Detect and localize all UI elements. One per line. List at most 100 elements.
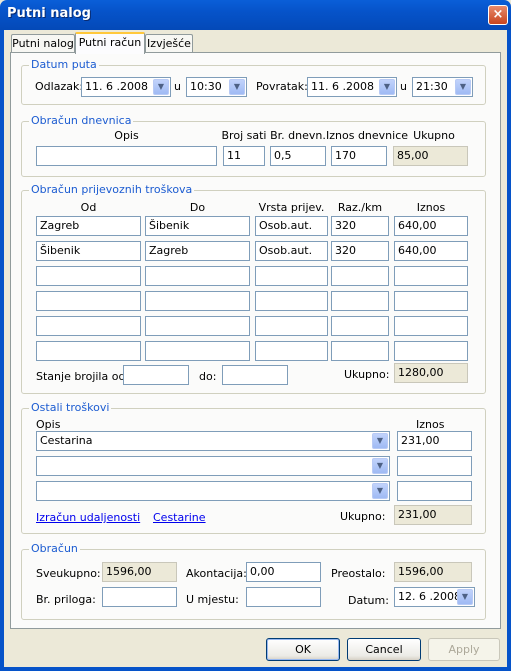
prijevoz-do-input[interactable] — [145, 341, 250, 361]
iznos-dnevnice-input[interactable]: 170 — [331, 146, 387, 166]
datum-value: 12. 6 .2008 — [398, 590, 461, 603]
ostali-iznos-input[interactable] — [397, 481, 472, 501]
header-br-dnevn: Br. dnevn. — [270, 129, 326, 142]
legend-prijevozni-troskovi: Obračun prijevoznih troškova — [29, 183, 195, 196]
u-label: u — [400, 80, 407, 93]
ostali-opis-combo[interactable]: Cestarina ▼ — [36, 431, 390, 451]
stanje-brojila-od-input[interactable] — [123, 365, 189, 385]
ostali-iznos-input[interactable]: 231,00 — [397, 431, 472, 451]
prijevoz-vrsta-input[interactable] — [255, 341, 328, 361]
ostali-opis-value: Cestarina — [40, 434, 93, 447]
legend-datum-puta: Datum puta — [29, 58, 99, 71]
tab-izvjesce[interactable]: Izvješće — [145, 34, 193, 54]
prijevoz-do-input[interactable]: Zagreb — [145, 241, 250, 261]
header-iznos-dnevnice: Iznos dnevnice — [326, 129, 409, 142]
close-button[interactable]: × — [488, 5, 508, 25]
do-label: do: — [199, 370, 217, 383]
ostali-iznos-input[interactable] — [397, 456, 472, 476]
prijevoz-iznos-input[interactable]: 640,00 — [394, 216, 468, 236]
prijevoz-do-input[interactable] — [145, 316, 250, 336]
prijevoz-vrsta-input[interactable] — [255, 291, 328, 311]
header-opis: Opis — [36, 418, 61, 431]
ostali-opis-combo[interactable]: ▼ — [36, 481, 390, 501]
prijevoz-raz-input[interactable]: 320 — [331, 241, 389, 261]
tab-putni-racun[interactable]: Putni račun — [75, 32, 145, 54]
header-do: Do — [189, 201, 206, 214]
header-vrsta-prijev: Vrsta prijev. — [258, 201, 325, 214]
chevron-down-icon[interactable]: ▼ — [457, 589, 473, 605]
prijevoz-vrsta-input[interactable] — [255, 316, 328, 336]
povratak-time-value: 21:30 — [416, 80, 448, 93]
prijevoz-od-input[interactable]: Šibenik — [36, 241, 141, 261]
prijevoz-raz-input[interactable] — [331, 266, 389, 286]
prijevoz-raz-input[interactable] — [331, 291, 389, 311]
tab-putni-nalog[interactable]: Putni nalog — [11, 34, 75, 54]
u-mjestu-input[interactable] — [246, 587, 321, 607]
group-obracun — [21, 549, 486, 620]
br-priloga-input[interactable] — [102, 587, 177, 607]
apply-button[interactable]: Apply — [428, 638, 500, 661]
stanje-brojila-do-input[interactable] — [222, 365, 288, 385]
chevron-down-icon[interactable]: ▼ — [229, 79, 245, 95]
izracun-udaljenosti-link[interactable]: Izračun udaljenosti — [36, 511, 140, 524]
broj-sati-input[interactable]: 11 — [223, 146, 265, 166]
odlazak-time-picker[interactable]: 10:30 ▼ — [186, 77, 247, 97]
window-title: Putni nalog — [7, 6, 91, 21]
prijevoz-iznos-input[interactable] — [394, 316, 468, 336]
prijevoz-ukupno-field: 1280,00 — [394, 363, 468, 383]
odlazak-date-picker[interactable]: 11. 6 .2008 ▼ — [81, 77, 171, 97]
prijevoz-raz-input[interactable]: 320 — [331, 216, 389, 236]
cancel-button[interactable]: Cancel — [347, 638, 421, 661]
prijevoz-iznos-input[interactable] — [394, 291, 468, 311]
preostalo-label: Preostalo: — [331, 567, 386, 580]
prijevoz-od-input[interactable] — [36, 266, 141, 286]
u-label: u — [174, 80, 181, 93]
chevron-down-icon[interactable]: ▼ — [153, 79, 169, 95]
chevron-down-icon[interactable]: ▼ — [379, 79, 395, 95]
povratak-time-picker[interactable]: 21:30 ▼ — [412, 77, 473, 97]
odlazak-date-value: 11. 6 .2008 — [85, 80, 148, 93]
dnevnica-ukupno-field: 85,00 — [393, 146, 468, 166]
odlazak-time-value: 10:30 — [190, 80, 222, 93]
prijevoz-vrsta-input[interactable] — [255, 266, 328, 286]
header-raz-km: Raz./km — [337, 201, 383, 214]
u-mjestu-label: U mjestu: — [186, 593, 239, 606]
prijevoz-iznos-input[interactable]: 640,00 — [394, 241, 468, 261]
ostali-ukupno-label: Ukupno: — [340, 510, 386, 523]
ostali-opis-combo[interactable]: ▼ — [36, 456, 390, 476]
prijevoz-od-input[interactable] — [36, 291, 141, 311]
header-od: Od — [80, 201, 97, 214]
chevron-down-icon[interactable]: ▼ — [372, 483, 388, 499]
cestarine-link[interactable]: Cestarine — [153, 511, 206, 524]
prijevoz-od-input[interactable] — [36, 341, 141, 361]
datum-date-picker[interactable]: 12. 6 .2008 ▼ — [394, 587, 475, 607]
odlazak-label: Odlazak: — [35, 80, 84, 93]
br-dnevn-input[interactable]: 0,5 — [270, 146, 326, 166]
chevron-down-icon[interactable]: ▼ — [455, 79, 471, 95]
stanje-brojila-label: Stanje brojila od: — [36, 370, 130, 383]
prijevoz-do-input[interactable]: Šibenik — [145, 216, 250, 236]
header-opis: Opis — [114, 129, 139, 142]
povratak-date-picker[interactable]: 11. 6 .2008 ▼ — [307, 77, 397, 97]
akontacija-input[interactable]: 0,00 — [246, 562, 321, 582]
chevron-down-icon[interactable]: ▼ — [372, 433, 388, 449]
prijevoz-raz-input[interactable] — [331, 341, 389, 361]
ostali-ukupno-field: 231,00 — [394, 505, 472, 525]
sveukupno-field: 1596,00 — [102, 562, 177, 582]
dnevnica-opis-input[interactable] — [36, 146, 217, 166]
prijevoz-od-input[interactable]: Zagreb — [36, 216, 141, 236]
prijevoz-do-input[interactable] — [145, 266, 250, 286]
legend-obracun: Obračun — [29, 542, 80, 555]
sveukupno-label: Sveukupno: — [36, 567, 101, 580]
prijevoz-od-input[interactable] — [36, 316, 141, 336]
chevron-down-icon[interactable]: ▼ — [372, 458, 388, 474]
datum-label: Datum: — [348, 594, 389, 607]
prijevoz-do-input[interactable] — [145, 291, 250, 311]
ok-button[interactable]: OK — [266, 638, 340, 661]
prijevoz-vrsta-input[interactable]: Osob.aut. — [255, 241, 328, 261]
prijevoz-iznos-input[interactable] — [394, 341, 468, 361]
prijevoz-vrsta-input[interactable]: Osob.aut. — [255, 216, 328, 236]
prijevoz-iznos-input[interactable] — [394, 266, 468, 286]
prijevoz-raz-input[interactable] — [331, 316, 389, 336]
prijevoz-ukupno-label: Ukupno: — [344, 368, 390, 381]
